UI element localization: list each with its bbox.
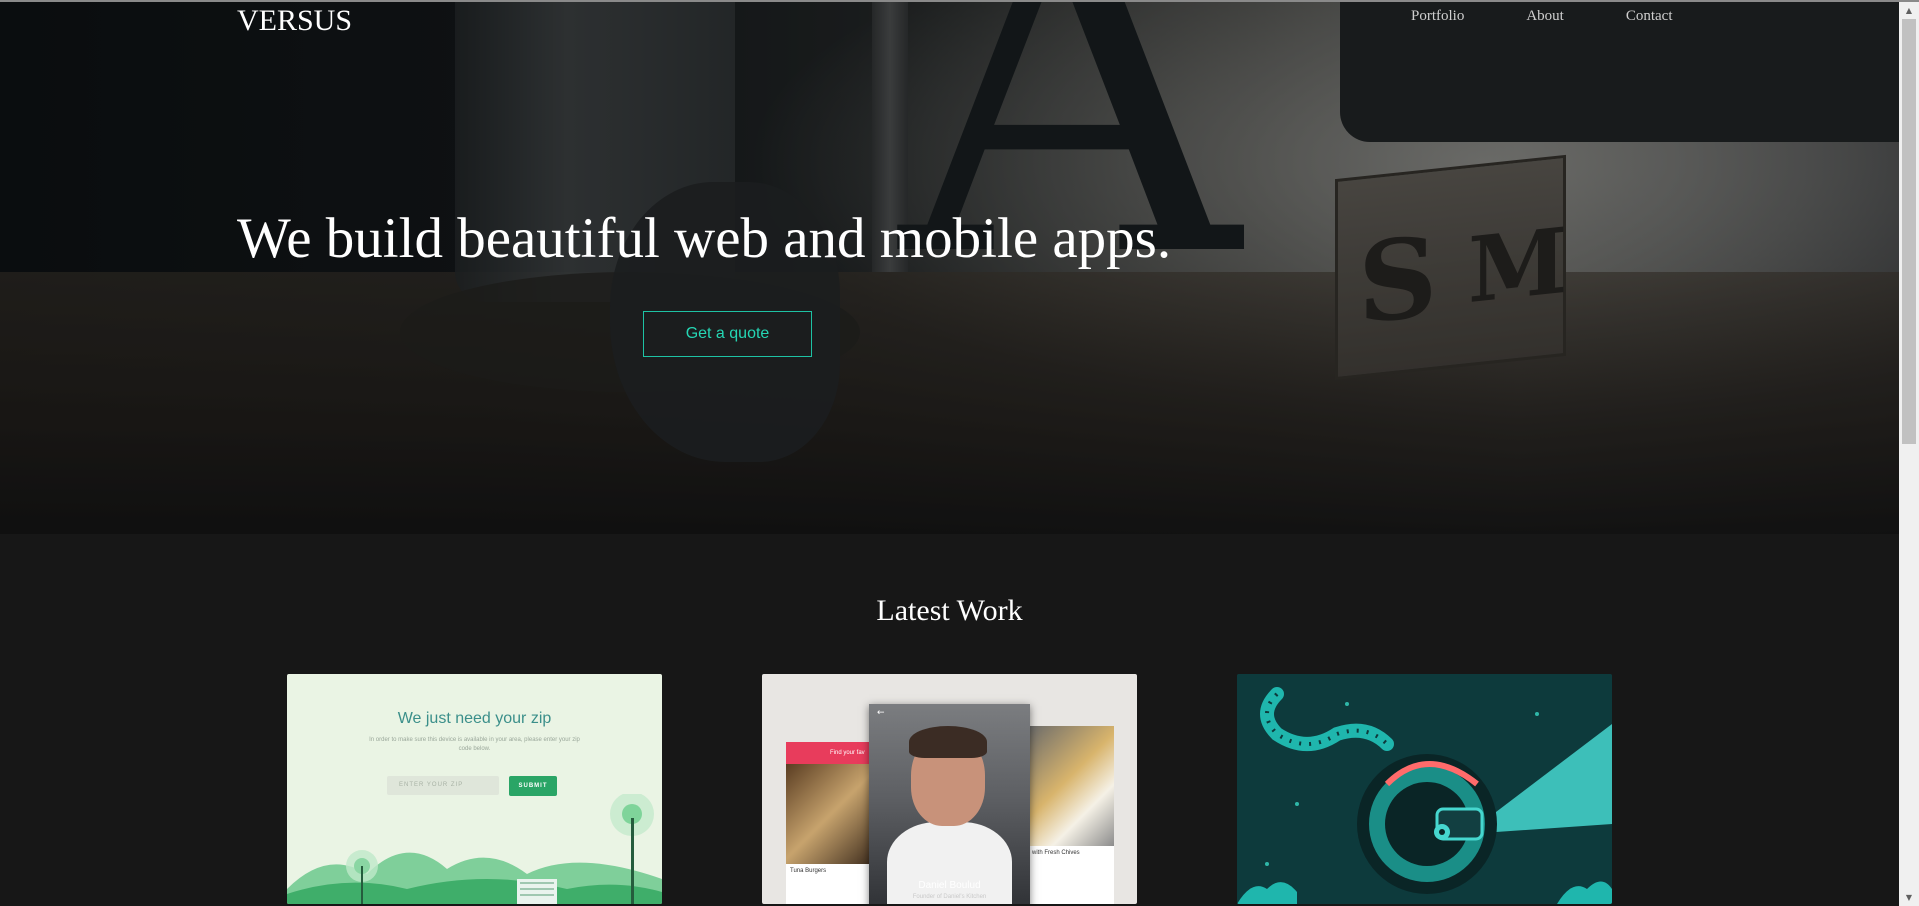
- chef-coat-image: [887, 822, 1012, 904]
- chef-role: Founder of Daniel's Kitchen: [912, 894, 987, 900]
- nav-link-contact[interactable]: Contact: [1626, 8, 1673, 25]
- chef-card-right-screen: with Fresh Chives: [1028, 726, 1114, 904]
- left-screen-caption: Tuna Burgers: [790, 868, 827, 874]
- chef-name: Daniel Boulud: [918, 880, 981, 891]
- portfolio-card-illustration[interactable]: [1237, 674, 1612, 904]
- site-logo[interactable]: VERSUS: [237, 4, 352, 38]
- right-screen-caption: with Fresh Chives: [1032, 850, 1080, 856]
- chef-profile-screen: ← Daniel Boulud Founder of Daniel's Kitc…: [869, 704, 1030, 904]
- portfolio-card-chef[interactable]: Find your fav Tuna Burgers with Fresh Ch…: [762, 674, 1137, 904]
- scrollbar-thumb[interactable]: [1902, 19, 1916, 444]
- left-screen-food-image: [786, 764, 876, 864]
- latest-work-title: Latest Work: [876, 594, 1023, 627]
- main-nav: Portfolio About Contact: [1411, 8, 1735, 25]
- nav-link-portfolio[interactable]: Portfolio: [1411, 8, 1464, 25]
- back-arrow-icon: ←: [877, 708, 885, 718]
- chef-hair-image: [909, 726, 987, 758]
- arrow-up-icon[interactable]: ▲: [1899, 2, 1919, 19]
- zip-card-title: We just need your zip: [397, 710, 552, 727]
- zip-input-mockup: ENTER YOUR ZIP: [387, 776, 499, 795]
- arrow-down-icon[interactable]: ▼: [1899, 889, 1919, 906]
- portfolio-card-zip[interactable]: We just need your zip In order to make s…: [287, 674, 662, 904]
- zip-card-subtitle: In order to make sure this device is ava…: [369, 737, 580, 752]
- hero-headline: We build beautiful web and mobile apps.: [237, 207, 1172, 270]
- get-quote-button[interactable]: Get a quote: [643, 311, 812, 357]
- zip-submit-mockup: SUBMIT: [509, 776, 557, 796]
- chef-card-left-screen: Find your fav Tuna Burgers: [786, 742, 876, 904]
- page: A SM VERSUS Portfolio About Contact We b…: [0, 0, 1919, 906]
- hills-illustration: [287, 794, 662, 904]
- page-scrollbar[interactable]: ▲ ▼: [1899, 2, 1919, 906]
- right-screen-food-image: [1028, 726, 1114, 846]
- nav-link-about[interactable]: About: [1526, 8, 1564, 25]
- left-screen-bar: Find your fav: [786, 742, 876, 764]
- astronaut-tentacle-illustration: [1237, 674, 1612, 904]
